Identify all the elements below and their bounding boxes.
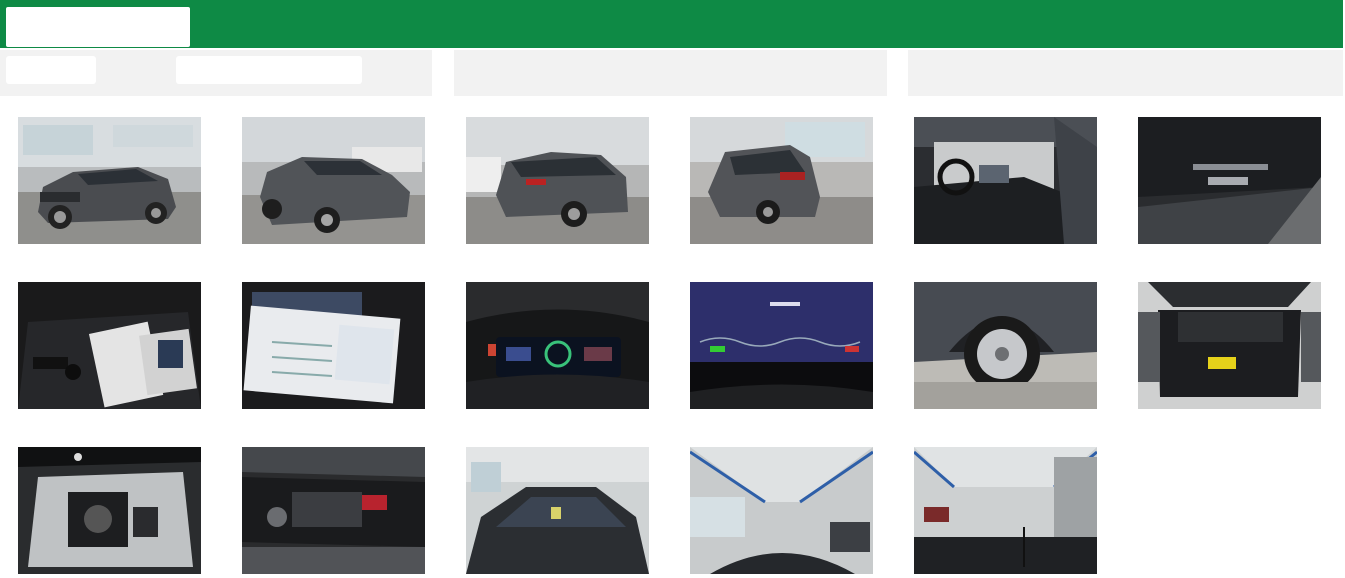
filter-pill-short[interactable]	[6, 56, 96, 84]
logo-placeholder[interactable]	[6, 7, 190, 47]
photo-keys-and-manuals[interactable]	[18, 282, 201, 409]
photo-service-book[interactable]	[242, 282, 425, 409]
photo-windshield-hall[interactable]	[466, 447, 649, 574]
photo-rear-left-exterior[interactable]	[466, 117, 649, 244]
filter-panel-left	[0, 50, 432, 96]
photo-spare-wheel-well[interactable]	[18, 447, 201, 574]
filter-panel-middle	[454, 50, 887, 96]
photo-engine-bay[interactable]	[242, 447, 425, 574]
photo-open-trunk[interactable]	[1138, 282, 1321, 409]
photo-instrument-cluster[interactable]	[466, 282, 649, 409]
photo-rear-right-exterior[interactable]	[690, 117, 873, 244]
photo-driver-door-interior[interactable]	[914, 117, 1097, 244]
photo-rear-badge[interactable]	[1138, 117, 1321, 244]
photo-roof-hall[interactable]	[690, 447, 873, 574]
photo-infotainment-screen[interactable]	[690, 282, 873, 409]
photo-hall-view[interactable]	[914, 447, 1097, 574]
filter-pill-long[interactable]	[176, 56, 362, 84]
filter-panel-right	[908, 50, 1343, 96]
photo-wheel[interactable]	[914, 282, 1097, 409]
photo-front-left-exterior[interactable]	[18, 117, 201, 244]
top-header-bar	[0, 0, 1343, 48]
photo-front-right-exterior[interactable]	[242, 117, 425, 244]
